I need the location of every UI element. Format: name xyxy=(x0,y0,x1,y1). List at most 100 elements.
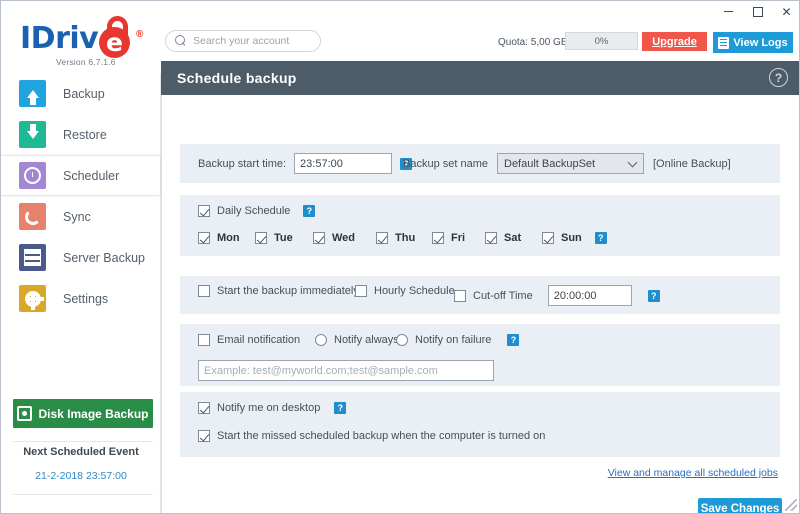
app-logo: IDriv e ® Version 6.7.1.6 xyxy=(18,21,158,69)
notify-on-failure-radio[interactable] xyxy=(396,334,408,346)
day-checkbox-sat[interactable]: Sat xyxy=(485,232,521,244)
email-recipients-input[interactable] xyxy=(198,360,494,381)
daily-schedule-checkbox[interactable] xyxy=(198,205,210,217)
logo-lock-icon: e xyxy=(94,16,138,60)
sidebar-item-label: Settings xyxy=(63,292,108,306)
upgrade-button-label: Upgrade xyxy=(652,36,697,48)
cutoff-time-group: Cut-off Time ? xyxy=(454,285,660,306)
day-checkbox[interactable] xyxy=(255,232,267,244)
main-panel: Schedule backup ? Backup start time: ? B… xyxy=(161,61,800,514)
sidebar-item-label: Restore xyxy=(63,128,107,142)
backup-set-select[interactable]: Default BackupSet xyxy=(497,153,644,174)
day-checkbox[interactable] xyxy=(313,232,325,244)
day-checkbox[interactable] xyxy=(542,232,554,244)
notify-desktop-help-icon[interactable]: ? xyxy=(334,402,346,414)
disk-image-backup-button[interactable]: Disk Image Backup xyxy=(13,399,153,428)
day-label: Wed xyxy=(332,232,355,244)
hourly-schedule-checkbox[interactable] xyxy=(355,285,367,297)
backup-set-label: Backup set name xyxy=(403,158,488,170)
notify-always-radio[interactable] xyxy=(315,334,327,346)
day-checkbox-fri[interactable]: Fri xyxy=(432,232,465,244)
close-icon[interactable]: ✕ xyxy=(778,3,795,20)
question-mark-icon[interactable]: ? xyxy=(769,68,788,87)
day-checkbox-thu[interactable]: Thu xyxy=(376,232,415,244)
save-changes-label: Save Changes xyxy=(701,503,780,514)
server-icon xyxy=(19,244,46,271)
hourly-schedule-group[interactable]: Hourly Schedule xyxy=(355,285,455,297)
missed-backup-checkbox[interactable] xyxy=(198,430,210,442)
day-checkbox[interactable] xyxy=(432,232,444,244)
hourly-schedule-label: Hourly Schedule xyxy=(374,285,455,297)
day-checkbox-wed[interactable]: Wed xyxy=(313,232,355,244)
quota-label: Quota: 5,00 GB xyxy=(498,37,568,48)
minimize-icon[interactable] xyxy=(720,3,737,20)
resize-grip[interactable] xyxy=(785,499,797,511)
email-notification-section: Email notification Notify always Notify … xyxy=(180,324,780,386)
page-title: Schedule backup xyxy=(177,70,297,86)
missed-backup-label: Start the missed scheduled backup when t… xyxy=(217,430,545,442)
start-immediately-group[interactable]: Start the backup immediately xyxy=(198,285,359,297)
divider xyxy=(13,441,153,442)
day-label: Sun xyxy=(561,232,582,244)
sidebar-item-server-backup[interactable]: Server Backup xyxy=(1,237,160,278)
daily-schedule-help-icon[interactable]: ? xyxy=(303,205,315,217)
notify-desktop-checkbox[interactable] xyxy=(198,402,210,414)
hard-disk-icon xyxy=(17,406,32,421)
start-immediately-checkbox[interactable] xyxy=(198,285,210,297)
start-time-input[interactable] xyxy=(294,153,392,174)
search-icon xyxy=(175,35,187,47)
view-logs-button-label: View Logs xyxy=(733,37,787,49)
day-checkbox-mon[interactable]: Mon xyxy=(198,232,240,244)
sidebar-item-scheduler[interactable]: Scheduler xyxy=(1,155,160,196)
chevron-down-icon xyxy=(628,158,638,168)
email-notification-checkbox[interactable] xyxy=(198,334,210,346)
logo-e-mark: e xyxy=(99,27,130,58)
cutoff-time-help-icon[interactable]: ? xyxy=(648,290,660,302)
missed-backup-group[interactable]: Start the missed scheduled backup when t… xyxy=(198,430,545,442)
log-icon xyxy=(718,37,729,49)
daily-schedule-label: Daily Schedule xyxy=(217,205,290,217)
maximize-icon[interactable] xyxy=(749,3,766,20)
sidebar-item-label: Server Backup xyxy=(63,251,145,265)
clock-icon xyxy=(19,162,46,189)
next-scheduled-event-time: 21-2-2018 23:57:00 xyxy=(1,470,161,482)
backup-start-section: Backup start time: ? Backup set name Def… xyxy=(180,144,780,183)
sidebar: Backup Restore Scheduler Sync Server Bac… xyxy=(1,73,161,514)
day-checkbox[interactable] xyxy=(198,232,210,244)
email-help-icon[interactable]: ? xyxy=(507,334,519,346)
notify-desktop-label: Notify me on desktop xyxy=(217,402,320,414)
notify-on-failure-group[interactable]: Notify on failure ? xyxy=(396,334,519,346)
backup-set-group: Backup set name Default BackupSet [Onlin… xyxy=(403,153,731,174)
day-checkbox-tue[interactable]: Tue xyxy=(255,232,293,244)
start-time-group: Backup start time: ? xyxy=(198,153,412,174)
sync-icon xyxy=(19,203,46,230)
day-checkbox[interactable] xyxy=(376,232,388,244)
day-checkbox-sun[interactable]: Sun ? xyxy=(542,232,607,244)
search-box[interactable] xyxy=(165,30,321,52)
day-label: Thu xyxy=(395,232,415,244)
day-label: Mon xyxy=(217,232,240,244)
search-input[interactable] xyxy=(193,35,313,47)
sidebar-item-sync[interactable]: Sync xyxy=(1,196,160,237)
sidebar-item-label: Scheduler xyxy=(63,169,119,183)
next-scheduled-event-title: Next Scheduled Event xyxy=(1,446,161,458)
cutoff-time-input[interactable] xyxy=(548,285,632,306)
save-changes-button[interactable]: Save Changes xyxy=(698,498,782,514)
sidebar-item-settings[interactable]: Settings xyxy=(1,278,160,319)
view-logs-button[interactable]: View Logs xyxy=(713,32,793,53)
notify-always-group[interactable]: Notify always xyxy=(315,334,399,346)
gear-icon xyxy=(19,285,46,312)
manage-scheduled-jobs-link[interactable]: View and manage all scheduled jobs xyxy=(608,467,778,479)
logo-wordmark: IDriv xyxy=(20,21,98,56)
upgrade-button[interactable]: Upgrade xyxy=(642,32,707,51)
day-checkbox[interactable] xyxy=(485,232,497,244)
cutoff-time-checkbox[interactable] xyxy=(454,290,466,302)
email-notification-group[interactable]: Email notification xyxy=(198,334,300,346)
notify-desktop-group[interactable]: Notify me on desktop ? xyxy=(198,402,346,414)
idrive-application-window: ✕ IDriv e ® Version 6.7.1.6 Quota: 5,00 … xyxy=(0,0,800,514)
start-immediately-label: Start the backup immediately xyxy=(217,285,359,297)
sidebar-item-restore[interactable]: Restore xyxy=(1,114,160,155)
notify-always-label: Notify always xyxy=(334,334,399,346)
days-help-icon[interactable]: ? xyxy=(595,232,607,244)
sidebar-item-backup[interactable]: Backup xyxy=(1,73,160,114)
